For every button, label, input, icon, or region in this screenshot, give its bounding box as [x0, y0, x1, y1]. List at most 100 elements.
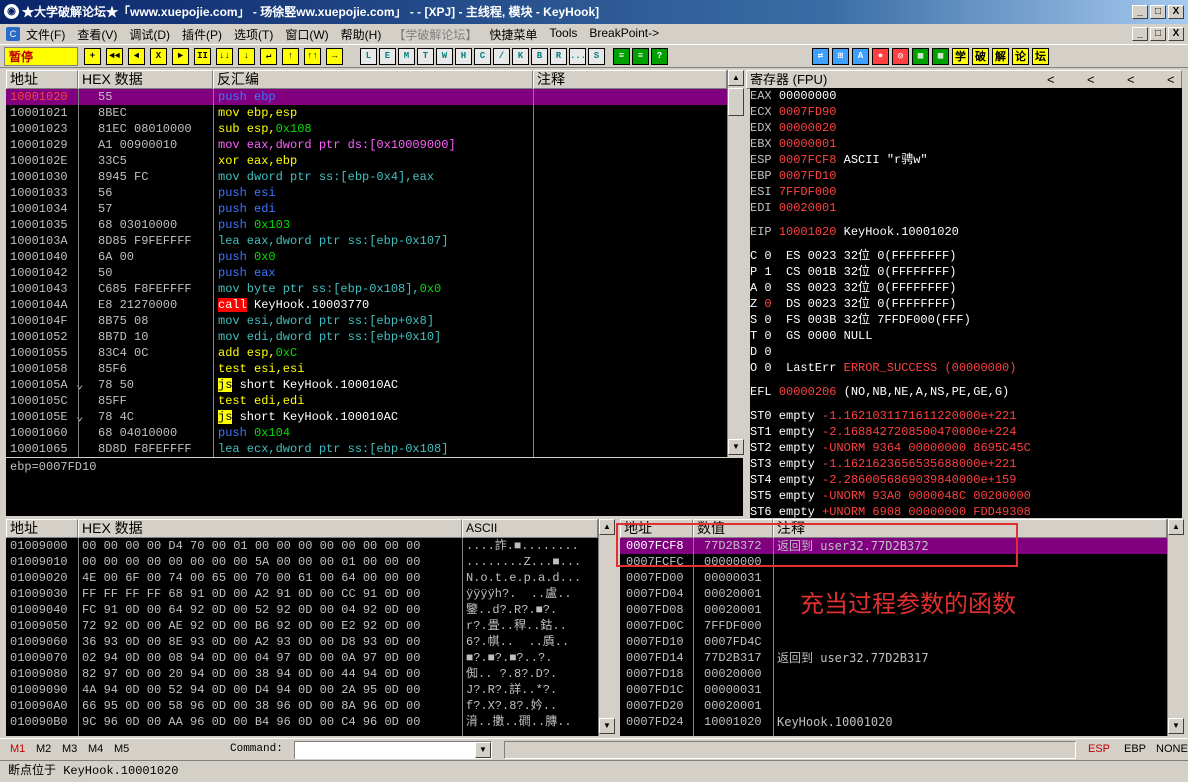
toolbar-button[interactable]: E — [379, 48, 396, 65]
plugin-button[interactable]: 学 — [952, 48, 969, 65]
toolbar-button[interactable]: R — [550, 48, 567, 65]
toolbar-button[interactable]: K — [512, 48, 529, 65]
register-line[interactable]: EDI 00020001 — [750, 200, 1182, 216]
disasm-row[interactable]: 10001030 8945 FC mov dword ptr ss:[ebp-0x4… — [6, 169, 727, 185]
disasm-row[interactable]: 10001058 85F6 test esi,esi — [6, 361, 727, 377]
scroll-down-icon[interactable]: ▼ — [599, 718, 615, 734]
dump-pane[interactable]: 01009000 00 00 00 00 D4 70 00 01 00 00 00… — [6, 538, 598, 736]
disasm-row[interactable]: 10001021 8BEC mov ebp,esp — [6, 105, 727, 121]
register-line[interactable]: ST4 empty -2.2860056869039840000e+159 — [750, 472, 1182, 488]
mdi-child-icon[interactable]: C — [6, 27, 20, 41]
toolbar-button[interactable]: ≡ — [613, 48, 630, 65]
toolbar-button[interactable]: ↵ — [260, 48, 277, 65]
register-line[interactable]: A 0 SS 0023 32位 0(FFFFFFFF) — [750, 280, 1182, 296]
disasm-row[interactable]: 1000105C 85FF test edi,edi — [6, 393, 727, 409]
register-line[interactable]: T 0 GS 0000 NULL — [750, 328, 1182, 344]
scroll-thumb[interactable] — [728, 88, 744, 116]
menu-item[interactable]: 快捷菜单 — [489, 26, 537, 43]
dump-row[interactable]: 01009020 4E 00 6F 00 74 00 65 00 70 00 61… — [6, 570, 598, 586]
toolbar-button[interactable]: ... — [569, 48, 586, 65]
stack-follow-ebp[interactable]: EBP — [1124, 743, 1146, 755]
toolbar-button[interactable]: W — [436, 48, 453, 65]
scroll-up-icon[interactable]: ▲ — [728, 70, 744, 86]
toolbar-button[interactable]: / — [493, 48, 510, 65]
disasm-row[interactable]: 10001034 57 push edi — [6, 201, 727, 217]
toolbar-button[interactable]: H — [455, 48, 472, 65]
plugin-button[interactable]: 破 — [972, 48, 989, 65]
disasm-row[interactable]: 1000102E 33C5 xor eax,ebp — [6, 153, 727, 169]
disasm-row[interactable]: 1000105E ⌄ 78 4C js short KeyHook.100010AC — [6, 409, 727, 425]
dump-header-addr[interactable]: 地址 — [6, 519, 78, 538]
stack-row[interactable]: 0007FD14 77D2B317 返回到 user32.77D2B317 — [620, 650, 1167, 666]
register-line[interactable]: EIP 10001020 KeyHook.10001020 — [750, 224, 1182, 240]
stack-row[interactable]: 0007FD10 0007FD4C — [620, 634, 1167, 650]
disasm-row[interactable]: 10001060 68 04010000 push 0x104 — [6, 425, 727, 441]
dump-row[interactable]: 010090B0 9C 96 0D 00 AA 96 0D 00 B4 96 0D… — [6, 714, 598, 730]
menu-item[interactable]: 窗口(W) — [285, 26, 328, 43]
plugin-button[interactable]: 论 — [1012, 48, 1029, 65]
menu-item[interactable]: 文件(F) — [26, 26, 65, 43]
plugin-button[interactable]: ⇄ — [812, 48, 829, 65]
disasm-row[interactable]: 10001033 56 push esi — [6, 185, 727, 201]
stack-row[interactable]: 0007FD20 00020001 — [620, 698, 1167, 714]
disasm-header-hex[interactable]: HEX 数据 — [78, 70, 213, 89]
maximize-button[interactable]: □ — [1150, 5, 1166, 19]
disasm-row[interactable]: 10001029 A1 00900010 mov eax,dword ptr ds:… — [6, 137, 727, 153]
registers-header[interactable]: 寄存器 (FPU) < < < < — [746, 70, 1182, 89]
menu-item[interactable]: 帮助(H) — [341, 26, 382, 43]
marker-m2[interactable]: M2 — [36, 743, 51, 755]
scroll-up-icon[interactable]: ▲ — [599, 519, 615, 535]
marker-m5[interactable]: M5 — [114, 743, 129, 755]
plugin-button[interactable]: ▦ — [912, 48, 929, 65]
register-arrow-icon[interactable]: < — [1087, 71, 1095, 88]
minimize-button[interactable]: _ — [1132, 5, 1148, 19]
register-arrow-icon[interactable]: < — [1047, 71, 1055, 88]
disasm-row[interactable]: 10001035 68 03010000 push 0x103 — [6, 217, 727, 233]
menu-item[interactable]: 调试(D) — [129, 26, 170, 43]
register-line[interactable]: ESI 7FFDF000 — [750, 184, 1182, 200]
registers-pane[interactable]: EAX 00000000 ECX 0007FD90 EDX 00000020 EBX … — [750, 88, 1182, 518]
menu-item[interactable]: 选项(T) — [234, 26, 273, 43]
register-line[interactable]: ST0 empty -1.1621031171611220000e+221 — [750, 408, 1182, 424]
marker-m1[interactable]: M1 — [10, 743, 25, 755]
chevron-down-icon[interactable]: ▼ — [475, 742, 491, 758]
toolbar-button[interactable]: ↑ — [282, 48, 299, 65]
dump-row[interactable]: 01009070 02 94 0D 00 08 94 0D 00 04 97 0D… — [6, 650, 598, 666]
dump-row[interactable]: 01009030 FF FF FF FF 68 91 0D 00 A2 91 0D… — [6, 586, 598, 602]
toolbar-button[interactable]: B — [531, 48, 548, 65]
register-line[interactable]: EAX 00000000 — [750, 88, 1182, 104]
stack-follow-esp[interactable]: ESP — [1088, 743, 1110, 755]
scroll-down-icon[interactable]: ▼ — [1168, 718, 1184, 734]
toolbar-button[interactable]: X — [150, 48, 167, 65]
menu-item[interactable]: 插件(P) — [182, 26, 222, 43]
dump-row[interactable]: 01009080 82 97 0D 00 20 94 0D 00 38 94 0D… — [6, 666, 598, 682]
stack-row[interactable]: 0007FD24 10001020 KeyHook.10001020 — [620, 714, 1167, 730]
register-line[interactable]: EFL 00000206 (NO,NB,NE,A,NS,PE,GE,G) — [750, 384, 1182, 400]
scroll-down-icon[interactable]: ▼ — [728, 439, 744, 455]
register-line[interactable]: ESP 0007FCF8 ASCII "r骋w" — [750, 152, 1182, 168]
plugin-button[interactable]: ▦ — [932, 48, 949, 65]
mdi-close-button[interactable]: X — [1168, 27, 1184, 41]
dump-scrollbar[interactable]: ▲ ▼ — [598, 519, 615, 736]
menu-item[interactable]: 【学破解论坛】 — [393, 26, 477, 43]
disasm-row[interactable]: 1000105A ⌄ 78 50 js short KeyHook.100010AC — [6, 377, 727, 393]
disasm-header-comment[interactable]: 注释 — [533, 70, 727, 89]
mdi-restore-button[interactable]: □ — [1150, 27, 1166, 41]
disasm-row[interactable]: 1000104A E8 21270000 call KeyHook.10003770 — [6, 297, 727, 313]
dump-row[interactable]: 01009090 4A 94 0D 00 52 94 0D 00 D4 94 0D… — [6, 682, 598, 698]
marker-m4[interactable]: M4 — [88, 743, 103, 755]
disasm-row[interactable]: 10001042 50 push eax — [6, 265, 727, 281]
toolbar-button[interactable]: → — [326, 48, 343, 65]
plugin-button[interactable]: ● — [872, 48, 889, 65]
register-line[interactable]: D 0 — [750, 344, 1182, 360]
dump-header-hex[interactable]: HEX 数据 — [78, 519, 462, 538]
disasm-row[interactable]: 10001065 8D8D F8FEFFFF lea ecx,dword ptr s… — [6, 441, 727, 457]
disasm-row[interactable]: 1000103A 8D85 F9FEFFFF lea eax,dword ptr s… — [6, 233, 727, 249]
register-line[interactable]: ECX 0007FD90 — [750, 104, 1182, 120]
command-input[interactable]: ▼ — [294, 741, 492, 759]
plugin-button[interactable]: ◎ — [892, 48, 909, 65]
dump-row[interactable]: 01009060 36 93 0D 00 8E 93 0D 00 A2 93 0D… — [6, 634, 598, 650]
toolbar-button[interactable]: S — [588, 48, 605, 65]
register-arrow-icon[interactable]: < — [1167, 71, 1175, 88]
register-line[interactable]: S 0 FS 003B 32位 7FFDF000(FFF) — [750, 312, 1182, 328]
